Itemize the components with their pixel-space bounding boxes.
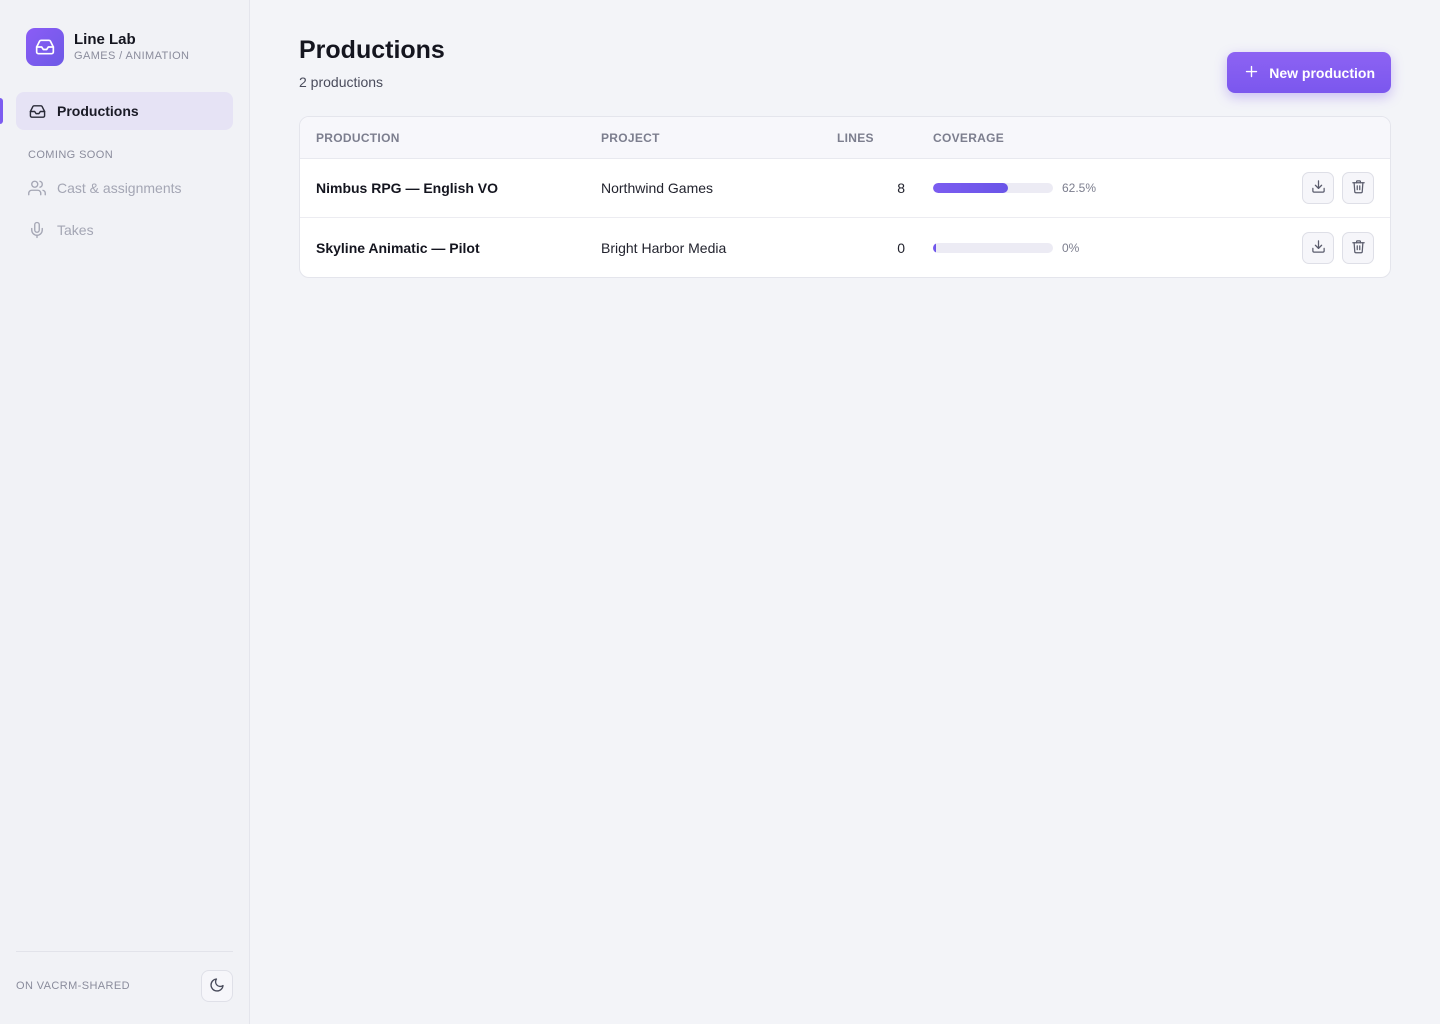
moon-icon (209, 977, 225, 996)
coming-soon-heading: COMING SOON (28, 149, 114, 161)
export-button[interactable] (1302, 172, 1334, 204)
environment-label: ON VACRM-SHARED (16, 980, 130, 992)
delete-button[interactable] (1342, 231, 1374, 264)
lines-count: 8 (897, 180, 905, 196)
header-project: PROJECT (601, 130, 660, 145)
inbox-icon (28, 102, 46, 120)
new-production-button[interactable]: New production (1227, 52, 1391, 93)
theme-toggle-button[interactable] (201, 970, 233, 1002)
trash-icon (1351, 239, 1366, 257)
sidebar-footer: ON VACRM-SHARED (16, 951, 233, 1002)
production-name[interactable]: Skyline Animatic — Pilot (300, 240, 601, 256)
header-coverage: COVERAGE (933, 130, 1005, 145)
export-button[interactable] (1302, 231, 1334, 264)
table-row[interactable]: Skyline Animatic — Pilot Bright Harbor M… (300, 218, 1390, 277)
brand-name: Line Lab (74, 31, 136, 48)
table-header: PRODUCTION PROJECT LINES COVERAGE (300, 117, 1390, 159)
new-production-label: New production (1269, 64, 1375, 81)
plus-icon (1244, 64, 1259, 82)
project-name: Northwind Games (601, 180, 714, 196)
sidebar-item-cast: Cast & assignments (16, 169, 233, 207)
sidebar-item-label: Takes (57, 222, 94, 238)
coverage-bar-fill (933, 242, 936, 253)
sidebar-nav: Productions COMING SOON Cast & assignmen… (0, 92, 233, 249)
sidebar-item-productions[interactable]: Productions (0, 92, 233, 130)
download-icon (1311, 179, 1326, 197)
app: Line Lab GAMES / ANIMATION Productions C… (0, 0, 1440, 1024)
coverage-bar (933, 183, 1053, 193)
brand-subtitle: GAMES / ANIMATION (74, 50, 190, 62)
sidebar-item-label: Cast & assignments (57, 180, 182, 196)
header-lines: LINES (837, 130, 874, 145)
coverage-percent: 0% (1062, 240, 1080, 255)
coverage-percent: 62.5% (1062, 181, 1097, 195)
project-name: Bright Harbor Media (601, 239, 727, 256)
delete-button[interactable] (1342, 172, 1374, 204)
coverage-bar-fill (933, 183, 1008, 193)
download-icon (1311, 239, 1326, 257)
sidebar: Line Lab GAMES / ANIMATION Productions C… (0, 0, 250, 1024)
mic-icon (28, 221, 46, 239)
inbox-icon (26, 28, 64, 66)
productions-table: PRODUCTION PROJECT LINES COVERAGE Nimbus… (299, 116, 1391, 278)
header-production: PRODUCTION (316, 130, 400, 145)
lines-count: 0 (897, 239, 905, 256)
production-name[interactable]: Nimbus RPG — English VO (300, 180, 601, 196)
trash-icon (1351, 179, 1366, 197)
users-icon (28, 179, 46, 197)
brand: Line Lab GAMES / ANIMATION (16, 28, 233, 66)
table-row[interactable]: Nimbus RPG — English VO Northwind Games … (300, 159, 1390, 218)
main-content: Productions 2 productions New production… (250, 0, 1440, 1024)
coverage-bar (933, 242, 1053, 253)
sidebar-item-takes: Takes (16, 211, 233, 249)
sidebar-item-label: Productions (57, 103, 139, 119)
